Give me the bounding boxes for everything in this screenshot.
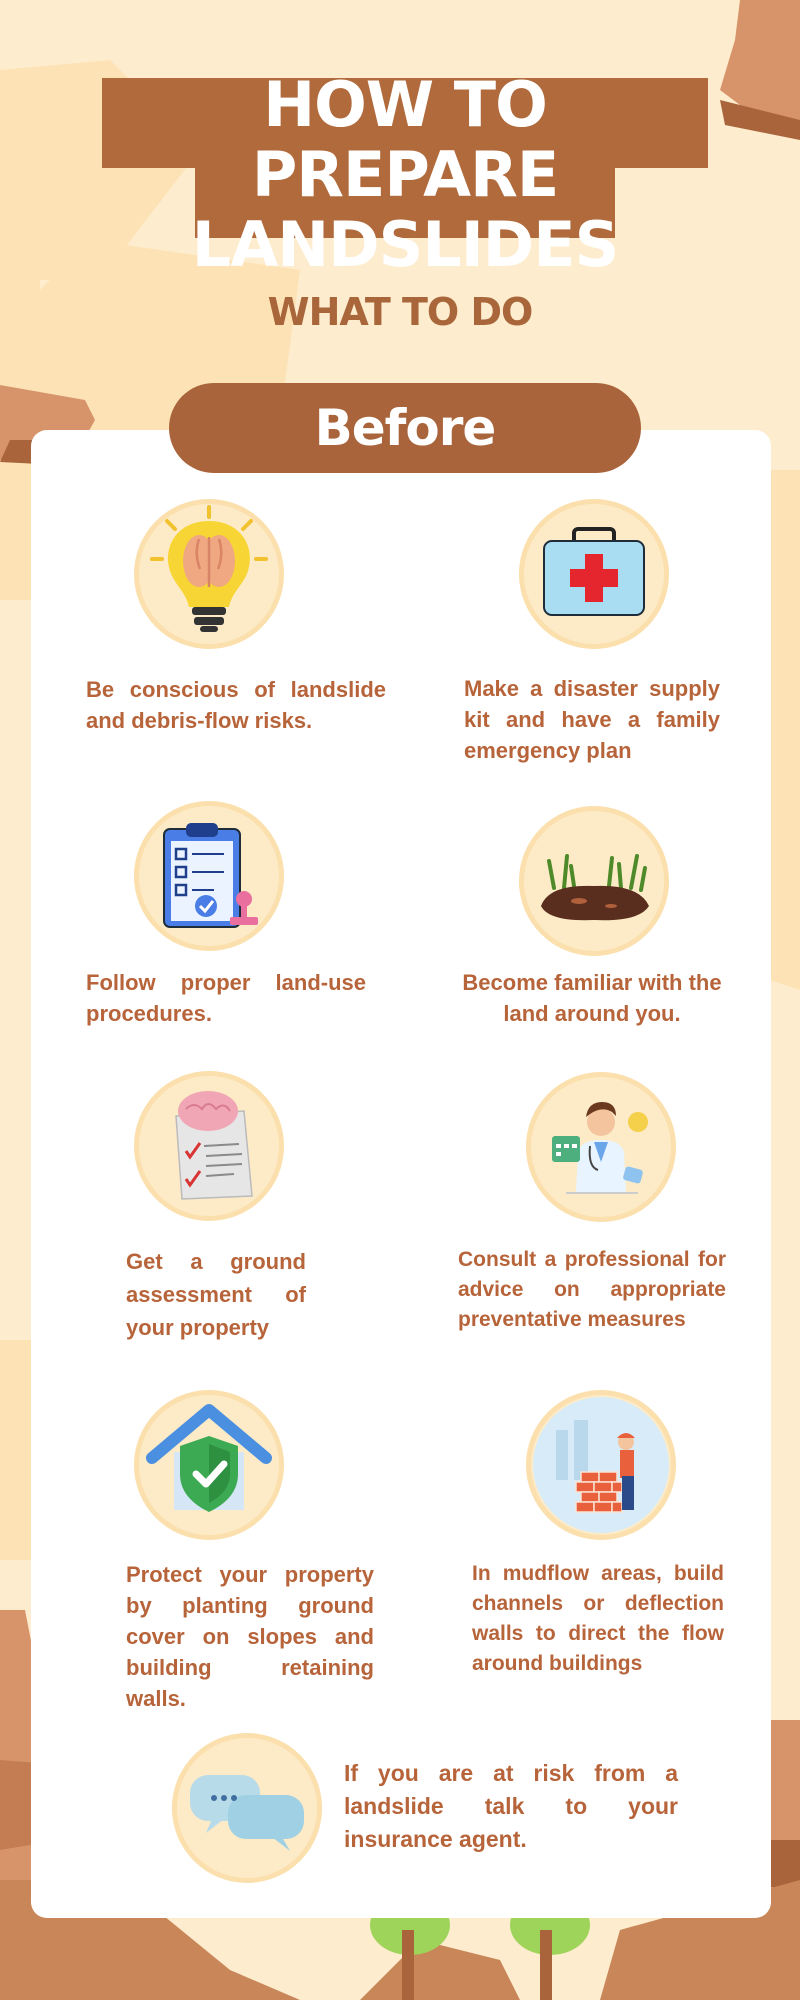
brain-document-icon	[134, 1071, 284, 1221]
tip-text-9: If you are at risk from a landslide talk…	[344, 1760, 678, 1852]
before-label-pill: Before	[169, 383, 641, 473]
tip-text-4: Become familiar with the land around you…	[462, 970, 722, 1026]
tip-text-3: Follow proper land-use procedures.	[86, 970, 366, 1026]
before-label: Before	[314, 399, 497, 457]
first-aid-kit-icon	[519, 499, 669, 649]
tip-text-6: Consult a professional for advice on app…	[458, 1248, 726, 1331]
brick-wall-worker-icon	[526, 1390, 676, 1540]
tip-text-5: Get a ground assessment of your property	[126, 1249, 306, 1340]
lightbulb-brain-icon	[134, 499, 284, 649]
tip-text-1: Be conscious of landslide and debris-flo…	[86, 677, 386, 733]
shield-house-icon	[134, 1390, 284, 1540]
title-line-2: LANDSLIDES	[191, 208, 620, 281]
page-title: HOW TO PREPARE LANDSLIDES	[102, 70, 708, 280]
title-line-1: HOW TO PREPARE	[251, 68, 559, 211]
section-subtitle: WHAT TO DO	[267, 290, 534, 334]
grass-soil-icon	[519, 806, 669, 956]
infographic-page: HOW TO PREPARE LANDSLIDES WHAT TO DO Bef…	[0, 0, 800, 2000]
tip-text-2: Make a disaster supply kit and have a fa…	[464, 676, 720, 763]
chat-bubbles-icon	[172, 1733, 322, 1883]
tip-text-8: In mudflow areas, build channels or defl…	[472, 1562, 724, 1675]
tip-text-7: Protect your property by planting ground…	[126, 1562, 374, 1711]
clipboard-checklist-icon	[134, 801, 284, 951]
doctor-professional-icon	[526, 1072, 676, 1222]
